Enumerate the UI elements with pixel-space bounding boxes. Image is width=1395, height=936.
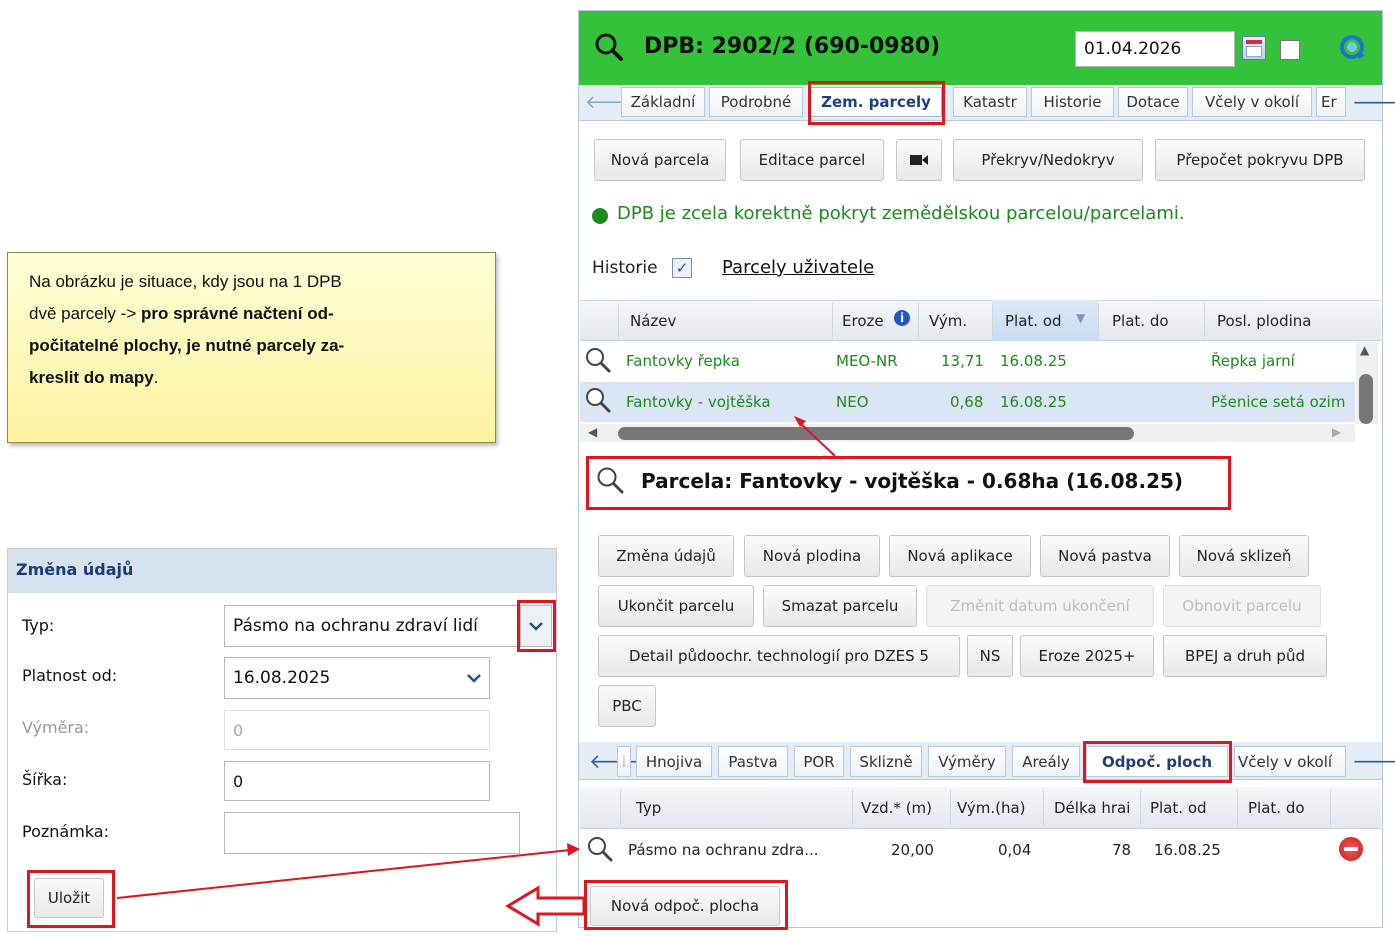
annotation-arrows bbox=[116, 416, 836, 927]
